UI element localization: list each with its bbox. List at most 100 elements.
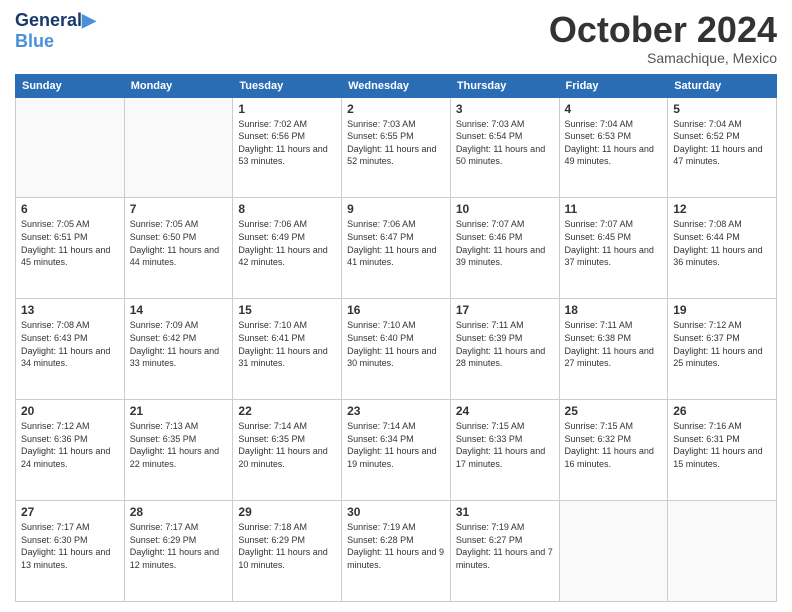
day-number: 14 [130,303,228,317]
day-info: Sunrise: 7:07 AMSunset: 6:45 PMDaylight:… [565,218,663,268]
calendar-cell: 7 Sunrise: 7:05 AMSunset: 6:50 PMDaylight… [124,198,233,299]
day-info: Sunrise: 7:12 AMSunset: 6:37 PMDaylight:… [673,319,771,369]
day-info: Sunrise: 7:17 AMSunset: 6:29 PMDaylight:… [130,521,228,571]
day-number: 13 [21,303,119,317]
day-info: Sunrise: 7:12 AMSunset: 6:36 PMDaylight:… [21,420,119,470]
day-info: Sunrise: 7:14 AMSunset: 6:35 PMDaylight:… [238,420,336,470]
calendar-cell: 4 Sunrise: 7:04 AMSunset: 6:53 PMDaylight… [559,97,668,198]
day-info: Sunrise: 7:08 AMSunset: 6:44 PMDaylight:… [673,218,771,268]
location: Samachique, Mexico [549,50,777,66]
calendar-cell: 30Sunrise: 7:19 AMSunset: 6:28 PMDayligh… [342,501,451,602]
day-info: Sunrise: 7:07 AMSunset: 6:46 PMDaylight:… [456,218,554,268]
day-info: Sunrise: 7:14 AMSunset: 6:34 PMDaylight:… [347,420,445,470]
day-info: Sunrise: 7:09 AMSunset: 6:42 PMDaylight:… [130,319,228,369]
day-info: Sunrise: 7:04 AMSunset: 6:52 PMDaylight:… [673,118,771,168]
calendar-cell: 23 Sunrise: 7:14 AMSunset: 6:34 PMDayligh… [342,400,451,501]
day-info: Sunrise: 7:18 AMSunset: 6:29 PMDaylight:… [238,521,336,571]
calendar-cell: 14 Sunrise: 7:09 AMSunset: 6:42 PMDayligh… [124,299,233,400]
page: General▶ Blue October 2024 Samachique, M… [0,0,792,612]
day-number: 26 [673,404,771,418]
day-number: 25 [565,404,663,418]
day-number: 16 [347,303,445,317]
day-number: 12 [673,202,771,216]
calendar-table: Sunday Monday Tuesday Wednesday Thursday… [15,74,777,602]
calendar-cell: 5 Sunrise: 7:04 AMSunset: 6:52 PMDaylight… [668,97,777,198]
calendar-cell: 1 Sunrise: 7:02 AMSunset: 6:56 PMDaylight… [233,97,342,198]
day-number: 11 [565,202,663,216]
day-number: 2 [347,102,445,116]
day-number: 1 [238,102,336,116]
day-number: 21 [130,404,228,418]
day-number: 7 [130,202,228,216]
month-title: October 2024 [549,10,777,50]
day-number: 10 [456,202,554,216]
day-info: Sunrise: 7:13 AMSunset: 6:35 PMDaylight:… [130,420,228,470]
calendar-cell: 3 Sunrise: 7:03 AMSunset: 6:54 PMDaylight… [450,97,559,198]
day-number: 15 [238,303,336,317]
day-number: 18 [565,303,663,317]
header-sunday: Sunday [16,74,125,97]
day-number: 28 [130,505,228,519]
day-number: 6 [21,202,119,216]
day-number: 24 [456,404,554,418]
day-number: 19 [673,303,771,317]
header-friday: Friday [559,74,668,97]
header-saturday: Saturday [668,74,777,97]
weekday-header-row: Sunday Monday Tuesday Wednesday Thursday… [16,74,777,97]
day-number: 17 [456,303,554,317]
day-info: Sunrise: 7:15 AMSunset: 6:33 PMDaylight:… [456,420,554,470]
day-info: Sunrise: 7:05 AMSunset: 6:50 PMDaylight:… [130,218,228,268]
calendar-cell [559,501,668,602]
calendar-cell: 2 Sunrise: 7:03 AMSunset: 6:55 PMDaylight… [342,97,451,198]
calendar-cell: 18 Sunrise: 7:11 AMSunset: 6:38 PMDayligh… [559,299,668,400]
calendar-week-2: 13 Sunrise: 7:08 AMSunset: 6:43 PMDayligh… [16,299,777,400]
calendar-cell: 22Sunrise: 7:14 AMSunset: 6:35 PMDayligh… [233,400,342,501]
day-number: 27 [21,505,119,519]
day-number: 23 [347,404,445,418]
day-info: Sunrise: 7:17 AMSunset: 6:30 PMDaylight:… [21,521,119,571]
calendar-cell: 13 Sunrise: 7:08 AMSunset: 6:43 PMDayligh… [16,299,125,400]
header-thursday: Thursday [450,74,559,97]
calendar-cell: 8 Sunrise: 7:06 AMSunset: 6:49 PMDaylight… [233,198,342,299]
calendar-week-0: 1 Sunrise: 7:02 AMSunset: 6:56 PMDaylight… [16,97,777,198]
day-info: Sunrise: 7:16 AMSunset: 6:31 PMDaylight:… [673,420,771,470]
header: General▶ Blue October 2024 Samachique, M… [15,10,777,66]
day-number: 20 [21,404,119,418]
day-number: 3 [456,102,554,116]
day-number: 4 [565,102,663,116]
calendar-cell: 10 Sunrise: 7:07 AMSunset: 6:46 PMDayligh… [450,198,559,299]
day-info: Sunrise: 7:10 AMSunset: 6:40 PMDaylight:… [347,319,445,369]
logo: General▶ Blue [15,10,96,51]
calendar-cell: 26 Sunrise: 7:16 AMSunset: 6:31 PMDayligh… [668,400,777,501]
day-info: Sunrise: 7:04 AMSunset: 6:53 PMDaylight:… [565,118,663,168]
day-number: 8 [238,202,336,216]
calendar-cell: 28 Sunrise: 7:17 AMSunset: 6:29 PMDayligh… [124,501,233,602]
day-info: Sunrise: 7:06 AMSunset: 6:49 PMDaylight:… [238,218,336,268]
calendar-cell: 16 Sunrise: 7:10 AMSunset: 6:40 PMDayligh… [342,299,451,400]
day-info: Sunrise: 7:15 AMSunset: 6:32 PMDaylight:… [565,420,663,470]
day-info: Sunrise: 7:02 AMSunset: 6:56 PMDaylight:… [238,118,336,168]
calendar-cell: 21 Sunrise: 7:13 AMSunset: 6:35 PMDayligh… [124,400,233,501]
day-info: Sunrise: 7:06 AMSunset: 6:47 PMDaylight:… [347,218,445,268]
calendar-cell: 19 Sunrise: 7:12 AMSunset: 6:37 PMDayligh… [668,299,777,400]
calendar-week-1: 6 Sunrise: 7:05 AMSunset: 6:51 PMDaylight… [16,198,777,299]
day-info: Sunrise: 7:11 AMSunset: 6:39 PMDaylight:… [456,319,554,369]
day-info: Sunrise: 7:03 AMSunset: 6:55 PMDaylight:… [347,118,445,168]
calendar-cell: 6 Sunrise: 7:05 AMSunset: 6:51 PMDaylight… [16,198,125,299]
day-info: Sunrise: 7:05 AMSunset: 6:51 PMDaylight:… [21,218,119,268]
day-info: Sunrise: 7:08 AMSunset: 6:43 PMDaylight:… [21,319,119,369]
calendar-cell [124,97,233,198]
calendar-cell: 20 Sunrise: 7:12 AMSunset: 6:36 PMDayligh… [16,400,125,501]
calendar-cell: 27 Sunrise: 7:17 AMSunset: 6:30 PMDayligh… [16,501,125,602]
calendar-cell: 11 Sunrise: 7:07 AMSunset: 6:45 PMDayligh… [559,198,668,299]
day-info: Sunrise: 7:03 AMSunset: 6:54 PMDaylight:… [456,118,554,168]
calendar-cell: 31Sunrise: 7:19 AMSunset: 6:27 PMDayligh… [450,501,559,602]
day-info: Sunrise: 7:19 AMSunset: 6:28 PMDaylight:… [347,521,445,571]
logo-text: General▶ [15,10,96,31]
calendar-cell: 12 Sunrise: 7:08 AMSunset: 6:44 PMDayligh… [668,198,777,299]
header-wednesday: Wednesday [342,74,451,97]
day-number: 5 [673,102,771,116]
calendar-week-3: 20 Sunrise: 7:12 AMSunset: 6:36 PMDayligh… [16,400,777,501]
calendar-cell: 15Sunrise: 7:10 AMSunset: 6:41 PMDayligh… [233,299,342,400]
day-info: Sunrise: 7:11 AMSunset: 6:38 PMDaylight:… [565,319,663,369]
